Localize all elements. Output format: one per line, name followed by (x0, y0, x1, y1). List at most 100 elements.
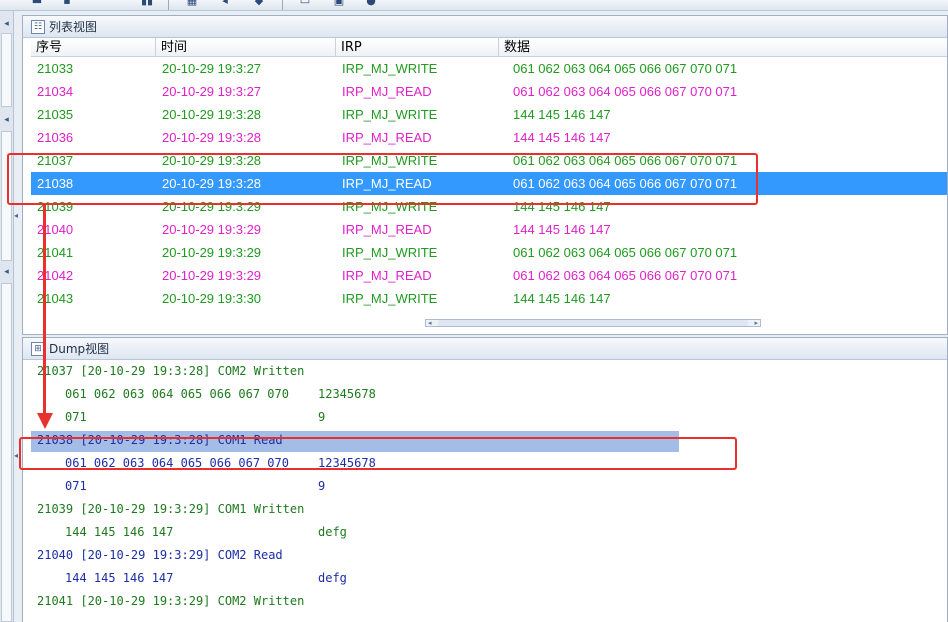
dump-record-header[interactable]: 21040 [20-10-29 19:3:29] COM2 Read (31, 544, 947, 567)
cell-data: 144 145 146 147 (513, 222, 611, 237)
cell-time: 20-10-29 19:3:28 (162, 176, 262, 191)
list-view-title: 列表视图 (49, 20, 98, 34)
dump-ascii-text: 12345678 (318, 456, 376, 470)
collapse-arrow-icon[interactable]: ◂ (14, 211, 18, 220)
cell-irp: IRP_MJ_READ (342, 176, 432, 191)
splitter[interactable]: ◂ ◂ (14, 11, 21, 622)
dump-data-line[interactable]: 061 062 063 064 065 066 067 070 12345678 (31, 452, 947, 475)
dump-hex-bytes: 061 062 063 064 065 066 067 070 (65, 456, 289, 470)
cell-data: 144 145 146 147 (513, 107, 611, 122)
dump-hex-bytes: 061 062 063 064 065 066 067 070 (65, 387, 289, 401)
dump-header-text: 21039 [20-10-29 19:3:29] COM1 Written (37, 502, 305, 516)
toolbar-tool-icon[interactable]: ● (364, 0, 378, 7)
cell-irp: IRP_MJ_READ (342, 222, 432, 237)
cell-time: 20-10-29 19:3:27 (162, 84, 262, 99)
cell-irp: IRP_MJ_READ (342, 130, 432, 145)
cell-data: 144 145 146 147 (513, 291, 611, 306)
dump-data-line[interactable]: 071 9 (31, 406, 947, 429)
dump-hex-bytes: 071 (65, 410, 87, 424)
scroll-left-icon[interactable]: ◂ (428, 320, 432, 327)
cell-irp: IRP_MJ_WRITE (342, 199, 438, 214)
dump-ascii-text: 9 (318, 479, 326, 493)
left-dock-strip: ◂ ◂ ◂ (0, 11, 14, 622)
dock-arrow-icon[interactable]: ◂ (1, 267, 12, 278)
dump-data-line[interactable]: 071 9 (31, 475, 947, 498)
scrollbar-thumb[interactable] (438, 320, 748, 326)
toolbar: ▬ ▪ ▮▮ ▦ ◂ ◆ ▭ ▣ ● (0, 0, 948, 11)
list-column-header: 序号 时间 IRP 数据 (31, 38, 947, 57)
cell-data: 144 145 146 147 (513, 199, 611, 214)
dump-view-title: Dump视图 (49, 342, 110, 356)
cell-irp: IRP_MJ_WRITE (342, 245, 438, 260)
cell-seq: 21037 (37, 153, 74, 168)
toolbar-tool-icon[interactable]: ▪ (60, 0, 74, 7)
cell-time: 20-10-29 19:3:29 (162, 222, 262, 237)
cell-data: 061 062 063 064 065 066 067 070 071 (513, 245, 738, 260)
dump-ascii-text: 12345678 (318, 387, 376, 401)
list-view-header: ☷ 列表视图 (23, 16, 947, 38)
dump-data-line[interactable]: 061 062 063 064 065 066 067 070 12345678 (31, 383, 947, 406)
cell-time: 20-10-29 19:3:29 (162, 245, 262, 260)
cell-data: 061 062 063 064 065 066 067 070 071 (513, 176, 738, 191)
cell-time: 20-10-29 19:3:30 (162, 291, 262, 306)
cell-seq: 21038 (37, 176, 74, 191)
column-header-data[interactable]: 数据 (499, 38, 948, 57)
list-view-panel: ☷ 列表视图 序号 时间 IRP 数据 21033 20-10-29 19:3:2… (22, 15, 948, 335)
dock-pane[interactable] (1, 131, 12, 261)
cell-irp: IRP_MJ_WRITE (342, 61, 438, 76)
dump-ascii-text: defg (318, 525, 347, 539)
cell-data: 144 145 146 147 (513, 130, 611, 145)
dock-pane[interactable] (1, 33, 12, 107)
table-row[interactable]: 21042 20-10-29 19:3:29 IRP_MJ_READ 061 062 … (31, 264, 947, 287)
collapse-arrow-icon[interactable]: ◂ (14, 451, 18, 460)
column-header-seq[interactable]: 序号 (31, 38, 156, 57)
table-row[interactable]: 21041 20-10-29 19:3:29 IRP_MJ_WRITE 061 062… (31, 241, 947, 264)
dock-arrow-icon[interactable]: ◂ (1, 19, 12, 30)
toolbar-tool-icon[interactable]: ▦ (185, 0, 199, 7)
dump-data-line[interactable]: 144 145 146 147 defg (31, 567, 947, 590)
table-row[interactable]: 21037 20-10-29 19:3:28 IRP_MJ_WRITE 061 062… (31, 149, 947, 172)
table-row[interactable]: 21039 20-10-29 19:3:29 IRP_MJ_WRITE 144 145… (31, 195, 947, 218)
table-row[interactable]: 21040 20-10-29 19:3:29 IRP_MJ_READ 144 145 … (31, 218, 947, 241)
dump-header-text: 21040 [20-10-29 19:3:29] COM2 Read (37, 548, 283, 562)
dump-record-header[interactable]: 21041 [20-10-29 19:3:29] COM2 Written (31, 590, 947, 613)
dump-record-header[interactable]: 21037 [20-10-29 19:3:28] COM2 Written (31, 360, 947, 383)
table-row[interactable]: 21034 20-10-29 19:3:27 IRP_MJ_READ 061 062 … (31, 80, 947, 103)
cell-time: 20-10-29 19:3:28 (162, 153, 262, 168)
dump-header-text: 21038 [20-10-29 19:3:28] COM1 Read (37, 433, 283, 447)
toolbar-tool-icon[interactable]: ◆ (252, 0, 266, 7)
scroll-right-icon[interactable]: ▸ (754, 320, 758, 327)
cell-time: 20-10-29 19:3:27 (162, 61, 262, 76)
list-body: 21033 20-10-29 19:3:27 IRP_MJ_WRITE 061 062… (31, 57, 947, 314)
toolbar-tool-icon[interactable]: ▬ (30, 0, 44, 7)
table-row[interactable]: 21036 20-10-29 19:3:28 IRP_MJ_READ 144 145 … (31, 126, 947, 149)
toolbar-tool-icon[interactable]: ▮▮ (140, 0, 154, 7)
list-view-icon: ☷ (31, 19, 45, 34)
toolbar-tool-icon[interactable]: ◂ (218, 0, 232, 7)
dock-pane[interactable] (1, 283, 12, 622)
dump-record-header[interactable]: 21039 [20-10-29 19:3:29] COM1 Written (31, 498, 947, 521)
cell-time: 20-10-29 19:3:28 (162, 107, 262, 122)
dump-hex-bytes: 144 145 146 147 (65, 571, 174, 585)
dump-ascii-text: 9 (318, 410, 326, 424)
table-row[interactable]: 21043 20-10-29 19:3:30 IRP_MJ_WRITE 144 145… (31, 287, 947, 310)
table-row[interactable]: 21038 20-10-29 19:3:28 IRP_MJ_READ 061 062 … (31, 172, 947, 195)
table-row[interactable]: 21035 20-10-29 19:3:28 IRP_MJ_WRITE 144 145… (31, 103, 947, 126)
dump-view-panel: ⊞ Dump视图 21037 [20-10-29 19:3:28] COM2 W… (22, 337, 948, 622)
toolbar-tool-icon[interactable]: ▣ (332, 0, 346, 7)
dump-hex-bytes: 071 (65, 479, 87, 493)
cell-irp: IRP_MJ_WRITE (342, 153, 438, 168)
toolbar-tool-icon[interactable]: ▭ (298, 0, 312, 7)
dump-header-text: 21041 [20-10-29 19:3:29] COM2 Written (37, 594, 305, 608)
cell-data: 061 062 063 064 065 066 067 070 071 (513, 153, 738, 168)
cell-irp: IRP_MJ_READ (342, 268, 432, 283)
cell-data: 061 062 063 064 065 066 067 070 071 (513, 61, 738, 76)
column-header-irp[interactable]: IRP (336, 38, 499, 57)
horizontal-scrollbar[interactable]: ◂ ▸ (425, 319, 761, 327)
cell-seq: 21036 (37, 130, 74, 145)
dock-arrow-icon[interactable]: ◂ (1, 115, 12, 126)
column-header-time[interactable]: 时间 (156, 38, 336, 57)
table-row[interactable]: 21033 20-10-29 19:3:27 IRP_MJ_WRITE 061 062… (31, 57, 947, 80)
dump-data-line[interactable]: 144 145 146 147 defg (31, 521, 947, 544)
dump-record-header[interactable]: 21038 [20-10-29 19:3:28] COM1 Read (31, 429, 947, 452)
